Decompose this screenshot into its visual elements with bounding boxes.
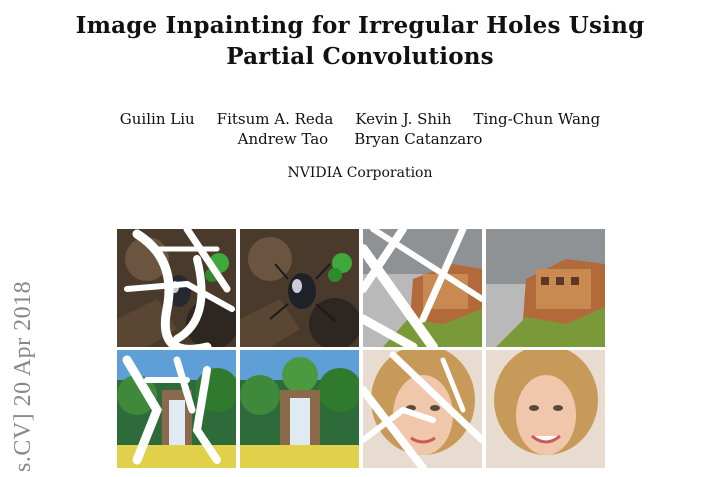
waterfall-masked-panel	[117, 350, 236, 468]
author-list: Guilin Liu Fitsum A. Reda Kevin J. Shih …	[0, 109, 720, 149]
arxiv-stamp: s.CV] 20 Apr 2018	[10, 280, 36, 472]
title-line-1: Image Inpainting for Irregular Holes Usi…	[75, 12, 645, 39]
waterfall-masked-image	[117, 350, 236, 468]
cliff-masked-panel	[363, 229, 482, 347]
author: Fitsum A. Reda	[216, 110, 334, 128]
beetle-masked-panel	[117, 229, 236, 347]
beetle-result-image	[240, 229, 359, 347]
title-line-2: Partial Convolutions	[226, 43, 494, 70]
waterfall-result-image	[240, 350, 359, 468]
author-row-2: Andrew Tao Bryan Catanzaro	[0, 129, 720, 149]
face-masked-image	[363, 350, 482, 468]
affiliation: NVIDIA Corporation	[287, 165, 433, 181]
beetle-masked-image	[117, 229, 236, 347]
author: Ting-Chun Wang	[473, 110, 601, 128]
cliff-masked-image	[363, 229, 482, 347]
teaser-figure	[117, 229, 605, 468]
face-result-panel	[486, 350, 605, 468]
face-result-image	[486, 350, 605, 468]
author: Bryan Catanzaro	[354, 130, 483, 148]
cliff-result-panel	[486, 229, 605, 347]
author: Kevin J. Shih	[355, 110, 452, 128]
author-row-1: Guilin Liu Fitsum A. Reda Kevin J. Shih …	[0, 109, 720, 129]
cliff-result-image	[486, 229, 605, 347]
beetle-result-panel	[240, 229, 359, 347]
waterfall-result-panel	[240, 350, 359, 468]
face-masked-panel	[363, 350, 482, 468]
author: Andrew Tao	[237, 130, 329, 148]
author: Guilin Liu	[119, 110, 195, 128]
paper-title: Image Inpainting for Irregular Holes Usi…	[0, 10, 720, 72]
